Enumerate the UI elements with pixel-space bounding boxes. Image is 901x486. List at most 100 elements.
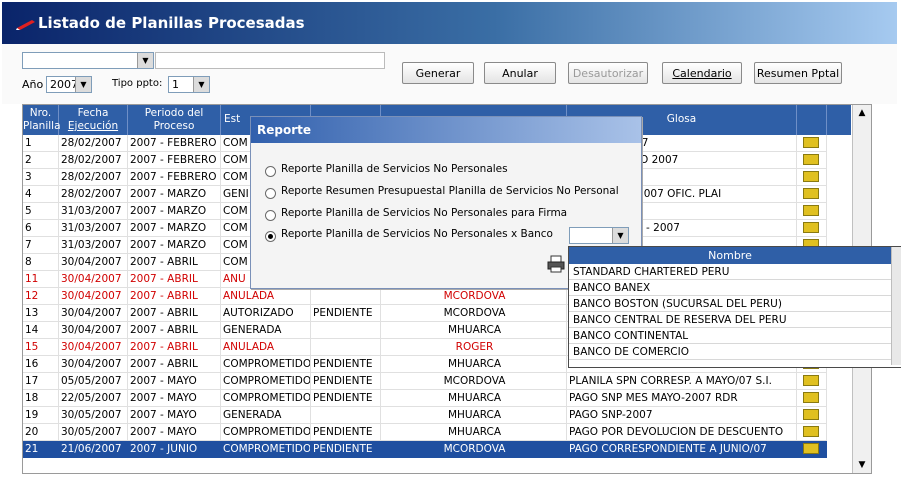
- chevron-down-icon[interactable]: ▼: [193, 77, 209, 92]
- bank-option[interactable]: STANDARD CHARTERED PERU: [569, 264, 891, 280]
- folder-icon[interactable]: [803, 392, 819, 403]
- cell-glosa: PLANILA SPN CORRESP. A MAYO/07 S.I.: [567, 373, 797, 390]
- tipo-ppto-select[interactable]: 1 ▼: [168, 76, 210, 93]
- cell-nro: 4: [23, 186, 59, 203]
- option-reporte-banco[interactable]: Reporte Planilla de Servicios No Persona…: [281, 228, 553, 240]
- bank-option[interactable]: BANCO CONTINENTAL: [569, 328, 891, 344]
- folder-icon[interactable]: [803, 137, 819, 148]
- cell-estado: COMPROMETIDO: [221, 424, 311, 441]
- resumen-pptal-button[interactable]: Resumen Pptal: [754, 62, 842, 84]
- cell-fecha: 05/05/2007: [59, 373, 128, 390]
- banco-select[interactable]: ▼: [569, 227, 629, 244]
- filter-text[interactable]: [155, 52, 385, 69]
- cell-periodo: 2007 - ABRIL: [128, 288, 221, 305]
- radio-reporte-resumen[interactable]: [265, 188, 276, 199]
- bank-option[interactable]: BANCO DE COMERCIO: [569, 344, 891, 360]
- col-header-fecha[interactable]: Fecha Ejecución: [59, 105, 128, 135]
- toolbar: ▼ Año 2007 ▼ Tipo ppto: 1 ▼ Generar Anul…: [2, 44, 897, 104]
- cell-action: [797, 441, 827, 458]
- cell-periodo: 2007 - MAYO: [128, 390, 221, 407]
- cell-nro: 15: [23, 339, 59, 356]
- table-row[interactable]: 17 05/05/2007 2007 - MAYO COMPROMETIDO PENDI…: [23, 373, 851, 390]
- desautorizar-button[interactable]: Desautorizar: [568, 62, 648, 84]
- col-header-fecha-line1: Fecha: [77, 107, 109, 119]
- col-header-periodo[interactable]: Periodo del Proceso: [128, 105, 221, 135]
- col-header-nro[interactable]: Nro. Planilla: [23, 105, 61, 135]
- chevron-down-icon[interactable]: ▼: [75, 77, 91, 92]
- scroll-down-icon[interactable]: ▼: [853, 457, 871, 473]
- cell-usuario: ROGER: [381, 339, 567, 356]
- cell-fecha: 31/03/2007: [59, 203, 128, 220]
- cell-fecha: 30/04/2007: [59, 305, 128, 322]
- cell-nro: 1: [23, 135, 59, 152]
- tipo-ppto-label: Tipo ppto:: [112, 78, 163, 89]
- bank-option[interactable]: BANCO CENTRAL DE RESERVA DEL PERU: [569, 312, 891, 328]
- radio-reporte-firma[interactable]: [265, 210, 276, 221]
- cell-glosa: PAGO POR DEVOLUCION DE DESCUENTO: [567, 424, 797, 441]
- cell-fecha: 28/02/2007: [59, 152, 128, 169]
- anular-button[interactable]: Anular: [484, 62, 556, 84]
- folder-icon[interactable]: [803, 154, 819, 165]
- bank-list-scrollbar[interactable]: [891, 247, 901, 365]
- cell-fecha: 30/04/2007: [59, 288, 128, 305]
- folder-icon[interactable]: [803, 443, 819, 454]
- cell-usuario: MHUARCA: [381, 356, 567, 373]
- chevron-down-icon[interactable]: ▼: [612, 228, 628, 243]
- cell-sit: PENDIENTE: [311, 305, 381, 322]
- cell-sit: PENDIENTE: [311, 441, 381, 458]
- printer-icon[interactable]: [547, 255, 565, 273]
- cell-fecha: 30/04/2007: [59, 322, 128, 339]
- bank-option[interactable]: BANCO BANEX: [569, 280, 891, 296]
- radio-reporte-planilla[interactable]: [265, 166, 276, 177]
- cell-fecha: 28/02/2007: [59, 186, 128, 203]
- scroll-up-icon[interactable]: ▲: [853, 105, 871, 121]
- table-row[interactable]: 18 22/05/2007 2007 - MAYO COMPROMETIDO PENDI…: [23, 390, 851, 407]
- tipo-ppto-value: 1: [172, 78, 179, 91]
- cell-nro: 2: [23, 152, 59, 169]
- cell-usuario: MCORDOVA: [381, 288, 567, 305]
- folder-icon[interactable]: [803, 409, 819, 420]
- option-reporte-firma[interactable]: Reporte Planilla de Servicios No Persona…: [281, 207, 567, 219]
- cell-action: [797, 186, 827, 203]
- cell-action: [797, 220, 827, 237]
- cell-nro: 8: [23, 254, 59, 271]
- option-reporte-resumen[interactable]: Reporte Resumen Presupuestal Planilla de…: [281, 185, 619, 197]
- cell-estado: GENERADA: [221, 322, 311, 339]
- col-header-periodo-line1: Periodo del: [144, 107, 204, 119]
- cell-sit: PENDIENTE: [311, 373, 381, 390]
- folder-icon[interactable]: [803, 188, 819, 199]
- cell-estado: COMPROMETIDO: [221, 373, 311, 390]
- cell-estado: ANULADA: [221, 339, 311, 356]
- cell-nro: 3: [23, 169, 59, 186]
- cell-action: [797, 152, 827, 169]
- folder-icon[interactable]: [803, 205, 819, 216]
- cell-fecha: 31/03/2007: [59, 220, 128, 237]
- table-row[interactable]: 20 30/05/2007 2007 - MAYO COMPROMETIDO PENDI…: [23, 424, 851, 441]
- year-select[interactable]: 2007 ▼: [46, 76, 92, 93]
- cell-fecha: 30/04/2007: [59, 356, 128, 373]
- filter-combo[interactable]: ▼: [22, 52, 154, 69]
- calendario-button[interactable]: Calendario: [662, 62, 742, 84]
- table-row[interactable]: 19 30/05/2007 2007 - MAYO GENERADA MHUARCA PA…: [23, 407, 851, 424]
- cell-periodo: 2007 - MARZO: [128, 237, 221, 254]
- folder-icon[interactable]: [803, 426, 819, 437]
- cell-usuario: MHUARCA: [381, 424, 567, 441]
- col-header-action: [797, 105, 827, 135]
- option-reporte-planilla[interactable]: Reporte Planilla de Servicios No Persona…: [281, 163, 508, 175]
- cell-fecha: 30/04/2007: [59, 254, 128, 271]
- cell-sit: [311, 288, 381, 305]
- folder-icon[interactable]: [803, 375, 819, 386]
- table-row[interactable]: 21 21/06/2007 2007 - JUNIO COMPROMETIDO PEND…: [23, 441, 851, 458]
- folder-icon[interactable]: [803, 171, 819, 182]
- bank-option[interactable]: BANCO BOSTON (SUCURSAL DEL PERU): [569, 296, 891, 312]
- reporte-dialog-title: Reporte: [251, 117, 641, 143]
- chevron-down-icon[interactable]: ▼: [137, 53, 153, 68]
- cell-periodo: 2007 - FEBRERO: [128, 152, 221, 169]
- radio-reporte-banco[interactable]: [265, 231, 276, 242]
- generar-button[interactable]: Generar: [402, 62, 474, 84]
- cell-periodo: 2007 - FEBRERO: [128, 135, 221, 152]
- folder-icon[interactable]: [803, 222, 819, 233]
- cell-periodo: 2007 - ABRIL: [128, 339, 221, 356]
- cell-nro: 21: [23, 441, 59, 458]
- cell-nro: 11: [23, 271, 59, 288]
